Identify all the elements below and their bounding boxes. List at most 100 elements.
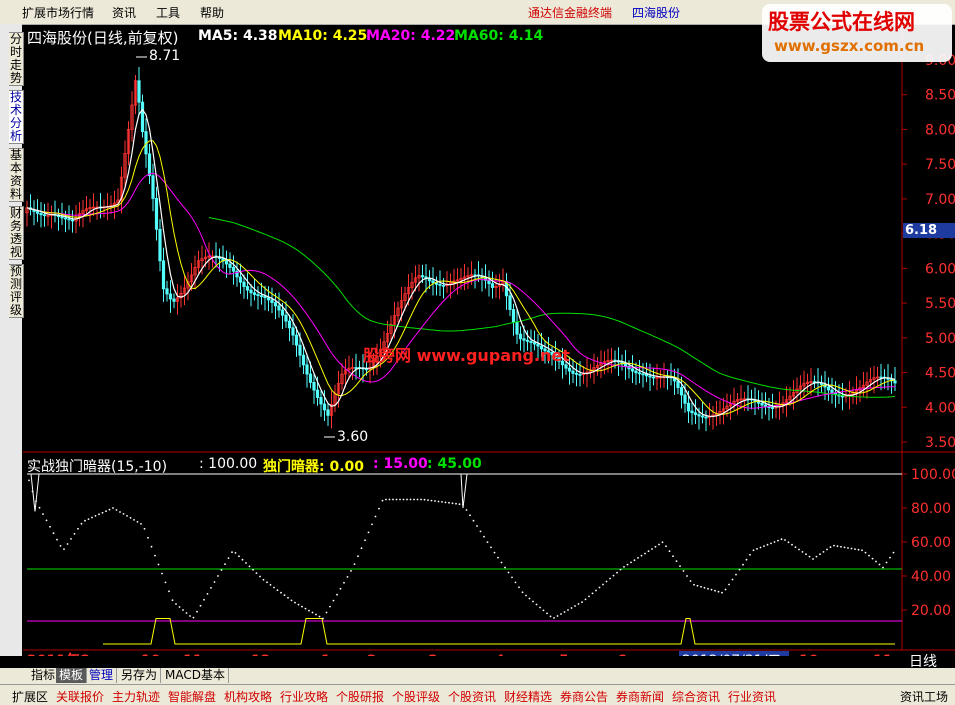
candle-body	[697, 414, 701, 417]
candle-body	[893, 380, 897, 384]
indicator-dot	[388, 498, 391, 501]
status-item-finance[interactable]: 财经精选	[504, 688, 552, 705]
status-item-ext[interactable]: 扩展区	[12, 688, 48, 705]
status-item-general-news[interactable]: 综合资讯	[672, 688, 720, 705]
candle-body	[623, 363, 628, 367]
low-price-label: 3.60	[337, 429, 369, 445]
date-label-6: 3	[428, 653, 438, 656]
indicator-dot	[773, 541, 776, 543]
indicator-dot	[437, 500, 440, 503]
indicator-v3: : 45.00	[427, 456, 482, 472]
indicator-dot	[822, 551, 825, 553]
chart-title: 四海股份(日线,前复权)	[27, 29, 179, 47]
tab-save-as[interactable]: 另存为	[118, 668, 162, 683]
logo-url: www.gszx.com.cn	[774, 37, 925, 55]
indicator-dot	[255, 572, 258, 574]
indicator-dot	[59, 545, 62, 547]
menu-item-market[interactable]: 扩展市场行情	[22, 4, 94, 21]
indicator-dot	[238, 555, 240, 558]
indicator-dot	[889, 556, 891, 559]
candle-body	[294, 334, 299, 346]
candle-body	[256, 294, 260, 297]
menu-item-tools[interactable]: 工具	[156, 4, 180, 21]
tab-technical[interactable]: 技术分析	[9, 90, 24, 144]
kline-chart-area[interactable]: 9.008.508.007.507.006.506.005.505.004.50…	[23, 24, 955, 670]
indicator-dot	[861, 549, 863, 552]
indicator-dot	[213, 581, 216, 583]
indicator-dot	[252, 568, 254, 571]
status-item-capital[interactable]: 主力轨迹	[112, 688, 160, 705]
candle-body	[273, 302, 278, 307]
status-item-broker-notice[interactable]: 券商公告	[560, 688, 608, 705]
status-item-stock-news[interactable]: 个股资讯	[448, 688, 496, 705]
status-item-smart[interactable]: 智能解盘	[168, 688, 216, 705]
candle-body	[511, 309, 516, 323]
indicator-dot	[35, 500, 37, 503]
indicator-dot	[714, 589, 716, 592]
watermark-text: 股旁网 www.gupang.net	[363, 346, 570, 365]
price-tick-9: 4.50	[925, 366, 955, 382]
indicator-dot	[84, 519, 86, 522]
indicator-dot	[815, 555, 818, 558]
indicator-dot	[857, 548, 860, 551]
indicator-dot	[311, 611, 314, 614]
indicator-dot	[493, 551, 496, 554]
date-cursor-label: 2012/07/31/二	[682, 653, 781, 656]
candle-body	[522, 338, 526, 341]
ma20-value: 4.22	[420, 28, 456, 44]
indicator-dot	[105, 510, 107, 513]
indicator-dot	[738, 568, 741, 571]
tab-fundamentals[interactable]: 基本资料	[9, 148, 24, 202]
indicator-dot	[630, 561, 632, 564]
status-item-workshop[interactable]: 资讯工场	[900, 688, 948, 705]
indicator-dot	[654, 545, 657, 548]
status-item-broker-news[interactable]: 券商新闻	[616, 688, 664, 705]
indicator-dot	[168, 590, 170, 593]
indicator-dot	[451, 502, 454, 505]
candle-body	[571, 370, 575, 374]
indicator-dot	[301, 605, 303, 608]
status-item-industry[interactable]: 行业攻略	[280, 688, 328, 705]
status-item-rating[interactable]: 个股评级	[392, 688, 440, 705]
tab-manage[interactable]: 管理	[86, 668, 118, 683]
ma60-line	[208, 217, 896, 398]
indicator-dot	[749, 553, 751, 556]
indicator-signal-low	[103, 618, 895, 645]
menu-item-help[interactable]: 帮助	[200, 4, 224, 21]
indicator-dot	[455, 502, 457, 505]
tab-financials[interactable]: 财务透视	[9, 206, 24, 260]
status-item-inst[interactable]: 机构攻略	[224, 688, 272, 705]
indicator-dot	[577, 603, 580, 605]
indicator-dot	[518, 586, 520, 589]
status-item-related[interactable]: 关联报价	[56, 688, 104, 705]
indicator-dot	[479, 530, 482, 533]
indicator-dot	[56, 538, 58, 541]
indicator-dot	[283, 594, 286, 597]
candle-body	[270, 299, 274, 303]
tab-indicator[interactable]: 指标	[28, 668, 60, 683]
indicator-dot	[434, 500, 436, 502]
indicator-dot	[227, 557, 230, 559]
status-item-research[interactable]: 个股研报	[336, 688, 384, 705]
indicator-dot	[696, 584, 699, 587]
date-label-8: 5	[559, 653, 569, 656]
menu-item-news[interactable]: 资讯	[112, 4, 136, 21]
indicator-dot	[413, 498, 415, 501]
candle-body	[879, 376, 883, 379]
date-label-4: 1	[321, 653, 331, 656]
indicator-dot	[707, 587, 709, 590]
candle-body	[354, 367, 358, 369]
indicator-dot	[560, 613, 562, 615]
tab-template[interactable]: 模板	[56, 668, 88, 683]
tab-macd-basic[interactable]: MACD基本	[162, 668, 229, 683]
indicator-dot	[157, 563, 160, 566]
tab-forecast[interactable]: 预测评级	[9, 264, 24, 318]
indicator-dot	[196, 610, 198, 613]
indicator-dot	[374, 515, 377, 518]
indicator-dot	[640, 554, 643, 557]
tab-intraday[interactable]: 分时走势	[9, 32, 24, 86]
indicator-dot	[52, 532, 55, 535]
indicator-dot	[339, 587, 342, 590]
status-item-industry-news[interactable]: 行业资讯	[728, 688, 776, 705]
indicator-dot	[602, 583, 604, 586]
